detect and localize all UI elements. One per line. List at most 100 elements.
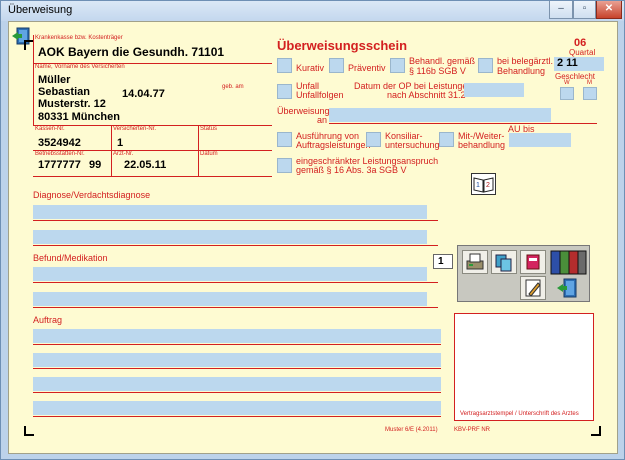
datum-label: Datum (200, 151, 218, 157)
belegaerztl-label1: bei belegärztl. (497, 56, 554, 66)
versicherten-nr-value: 1 (117, 137, 124, 149)
behandl-116b-label1: Behandl. gemäß (409, 56, 476, 66)
divider (329, 123, 597, 124)
diagnose-field-2[interactable] (33, 230, 427, 244)
belegaerztl-checkbox[interactable] (478, 58, 493, 73)
unfall-label2: Unfallfolgen (296, 90, 344, 100)
red-book-icon[interactable] (520, 250, 546, 274)
pencil-edit-icon[interactable] (520, 276, 546, 300)
binders-icon[interactable] (549, 248, 587, 276)
divider (33, 220, 438, 221)
mit-weiter-checkbox[interactable] (439, 132, 454, 147)
printer-icon[interactable] (462, 250, 488, 274)
eingeschraenkt-label2: gemäß § 16 Abs. 3a SGB V (296, 165, 407, 175)
konsiliar-label2: untersuchung (385, 140, 440, 150)
title-bar: Überweisung – ▫ ✕ (1, 1, 624, 21)
auftrag-field-2[interactable] (33, 353, 441, 367)
krankenkasse-value: AOK Bayern die Gesundh. 71101 (38, 45, 225, 59)
divider (198, 125, 199, 177)
au-bis-field[interactable] (509, 133, 571, 147)
betriebsstaetten-label: Betriebsstätten-Nr. (35, 151, 85, 157)
window-title: Überweisung (8, 4, 73, 16)
auftrag-label: Auftrag (33, 315, 63, 325)
praeventiv-label: Präventiv (348, 63, 386, 73)
svg-text:2: 2 (486, 182, 490, 189)
geschlecht-m-checkbox[interactable] (583, 87, 597, 100)
befund-label: Befund/Medikation (33, 253, 108, 263)
behandl-116b-checkbox[interactable] (390, 58, 405, 73)
geschlecht-w-checkbox[interactable] (560, 87, 574, 100)
divider (33, 344, 441, 345)
unfall-checkbox[interactable] (277, 84, 292, 99)
stamp-label: Vertragsarztstempel / Unterschrift des A… (460, 411, 579, 417)
svg-text:1: 1 (476, 182, 480, 189)
datum-op-field[interactable] (464, 83, 524, 97)
versicherten-nr-label: Versicherten-Nr. (113, 126, 157, 132)
copies-input[interactable]: 1 (433, 254, 453, 269)
stamp-box[interactable]: Vertragsarztstempel / Unterschrift des A… (454, 313, 594, 421)
quartal-value: 2 11 (557, 57, 578, 69)
divider (33, 245, 438, 246)
close-window-button[interactable]: ✕ (596, 1, 622, 19)
corner-mark (591, 426, 601, 436)
status-label: Status (200, 126, 218, 132)
kurativ-checkbox[interactable] (277, 58, 292, 73)
window: Überweisung – ▫ ✕ Krankenkasse bzw. Kost… (0, 0, 625, 460)
datum-op-label2: nach Abschnitt 31.2 (387, 90, 466, 100)
divider (33, 392, 441, 393)
divider (111, 125, 112, 177)
city: 80331 München (38, 111, 120, 123)
divider (33, 282, 438, 283)
auftrag-field-3[interactable] (33, 377, 441, 391)
belegaerztl-label2: Behandlung (497, 66, 546, 76)
arzt-nr-label: Arzt-Nr. (113, 151, 134, 157)
praeventiv-checkbox[interactable] (329, 58, 344, 73)
form-area: Krankenkasse bzw. Kostenträger AOK Bayer… (8, 21, 618, 454)
befund-field-2[interactable] (33, 292, 427, 306)
konsiliar-checkbox[interactable] (366, 132, 381, 147)
copy-pages-icon[interactable] (491, 250, 517, 274)
quartal-field[interactable]: 2 11 (554, 57, 604, 71)
form-heading: Überweisungsschein (277, 38, 408, 53)
quartal-label: Quartal (569, 48, 596, 57)
divider (33, 416, 441, 417)
kassen-nr-value: 3524942 (38, 137, 81, 149)
birthdate: 14.04.77 (122, 88, 165, 100)
name-label: Name, Vorname des Versicherten (35, 64, 125, 70)
auftrag-field-4[interactable] (33, 401, 441, 415)
divider (33, 307, 438, 308)
geschlecht-w-label: W (564, 80, 570, 86)
ausfuehrung-checkbox[interactable] (277, 132, 292, 147)
diagnose-label: Diagnose/Verdachtsdiagnose (33, 190, 151, 200)
toolbar-panel (457, 245, 590, 302)
kassen-nr-label: Kassen-Nr. (35, 126, 65, 132)
corner-mark (24, 426, 34, 436)
name-line2: Sebastian (38, 86, 90, 98)
ueberweisung-label2: an (317, 115, 328, 125)
geschlecht-m-label: M (587, 80, 592, 86)
ausfuehrung-label2: Auftragsleistungen (296, 140, 371, 150)
name-line1: Müller (38, 74, 71, 86)
geb-label: geb. am (222, 84, 244, 90)
auftrag-field-1[interactable] (33, 329, 441, 343)
street: Musterstr. 12 (38, 98, 106, 110)
behandl-116b-label2: § 116b SGB V (409, 66, 466, 76)
krankenkasse-label: Krankenkasse bzw. Kostenträger (35, 35, 123, 41)
maximize-button[interactable]: ▫ (573, 1, 596, 19)
kurativ-label: Kurativ (296, 63, 325, 73)
copies-value: 1 (438, 256, 444, 267)
book-icon[interactable]: 1 2 (471, 173, 496, 195)
close-door-icon[interactable] (554, 276, 582, 300)
ueberweisung-an-field[interactable] (329, 108, 551, 122)
diagnose-field-1[interactable] (33, 205, 427, 219)
minimize-button[interactable]: – (549, 1, 573, 19)
kbv-label: KBV-PRF NR (454, 427, 491, 433)
eingeschraenkt-checkbox[interactable] (277, 158, 292, 173)
datum-value: 22.05.11 (124, 159, 167, 171)
betriebsstaetten-value: 1777777 (38, 159, 81, 171)
mit-weiter-label2: behandlung (458, 140, 506, 150)
divider (33, 368, 441, 369)
divider (33, 176, 272, 177)
befund-field-1[interactable] (33, 267, 427, 281)
arzt-nr-value: 99 (89, 159, 102, 171)
